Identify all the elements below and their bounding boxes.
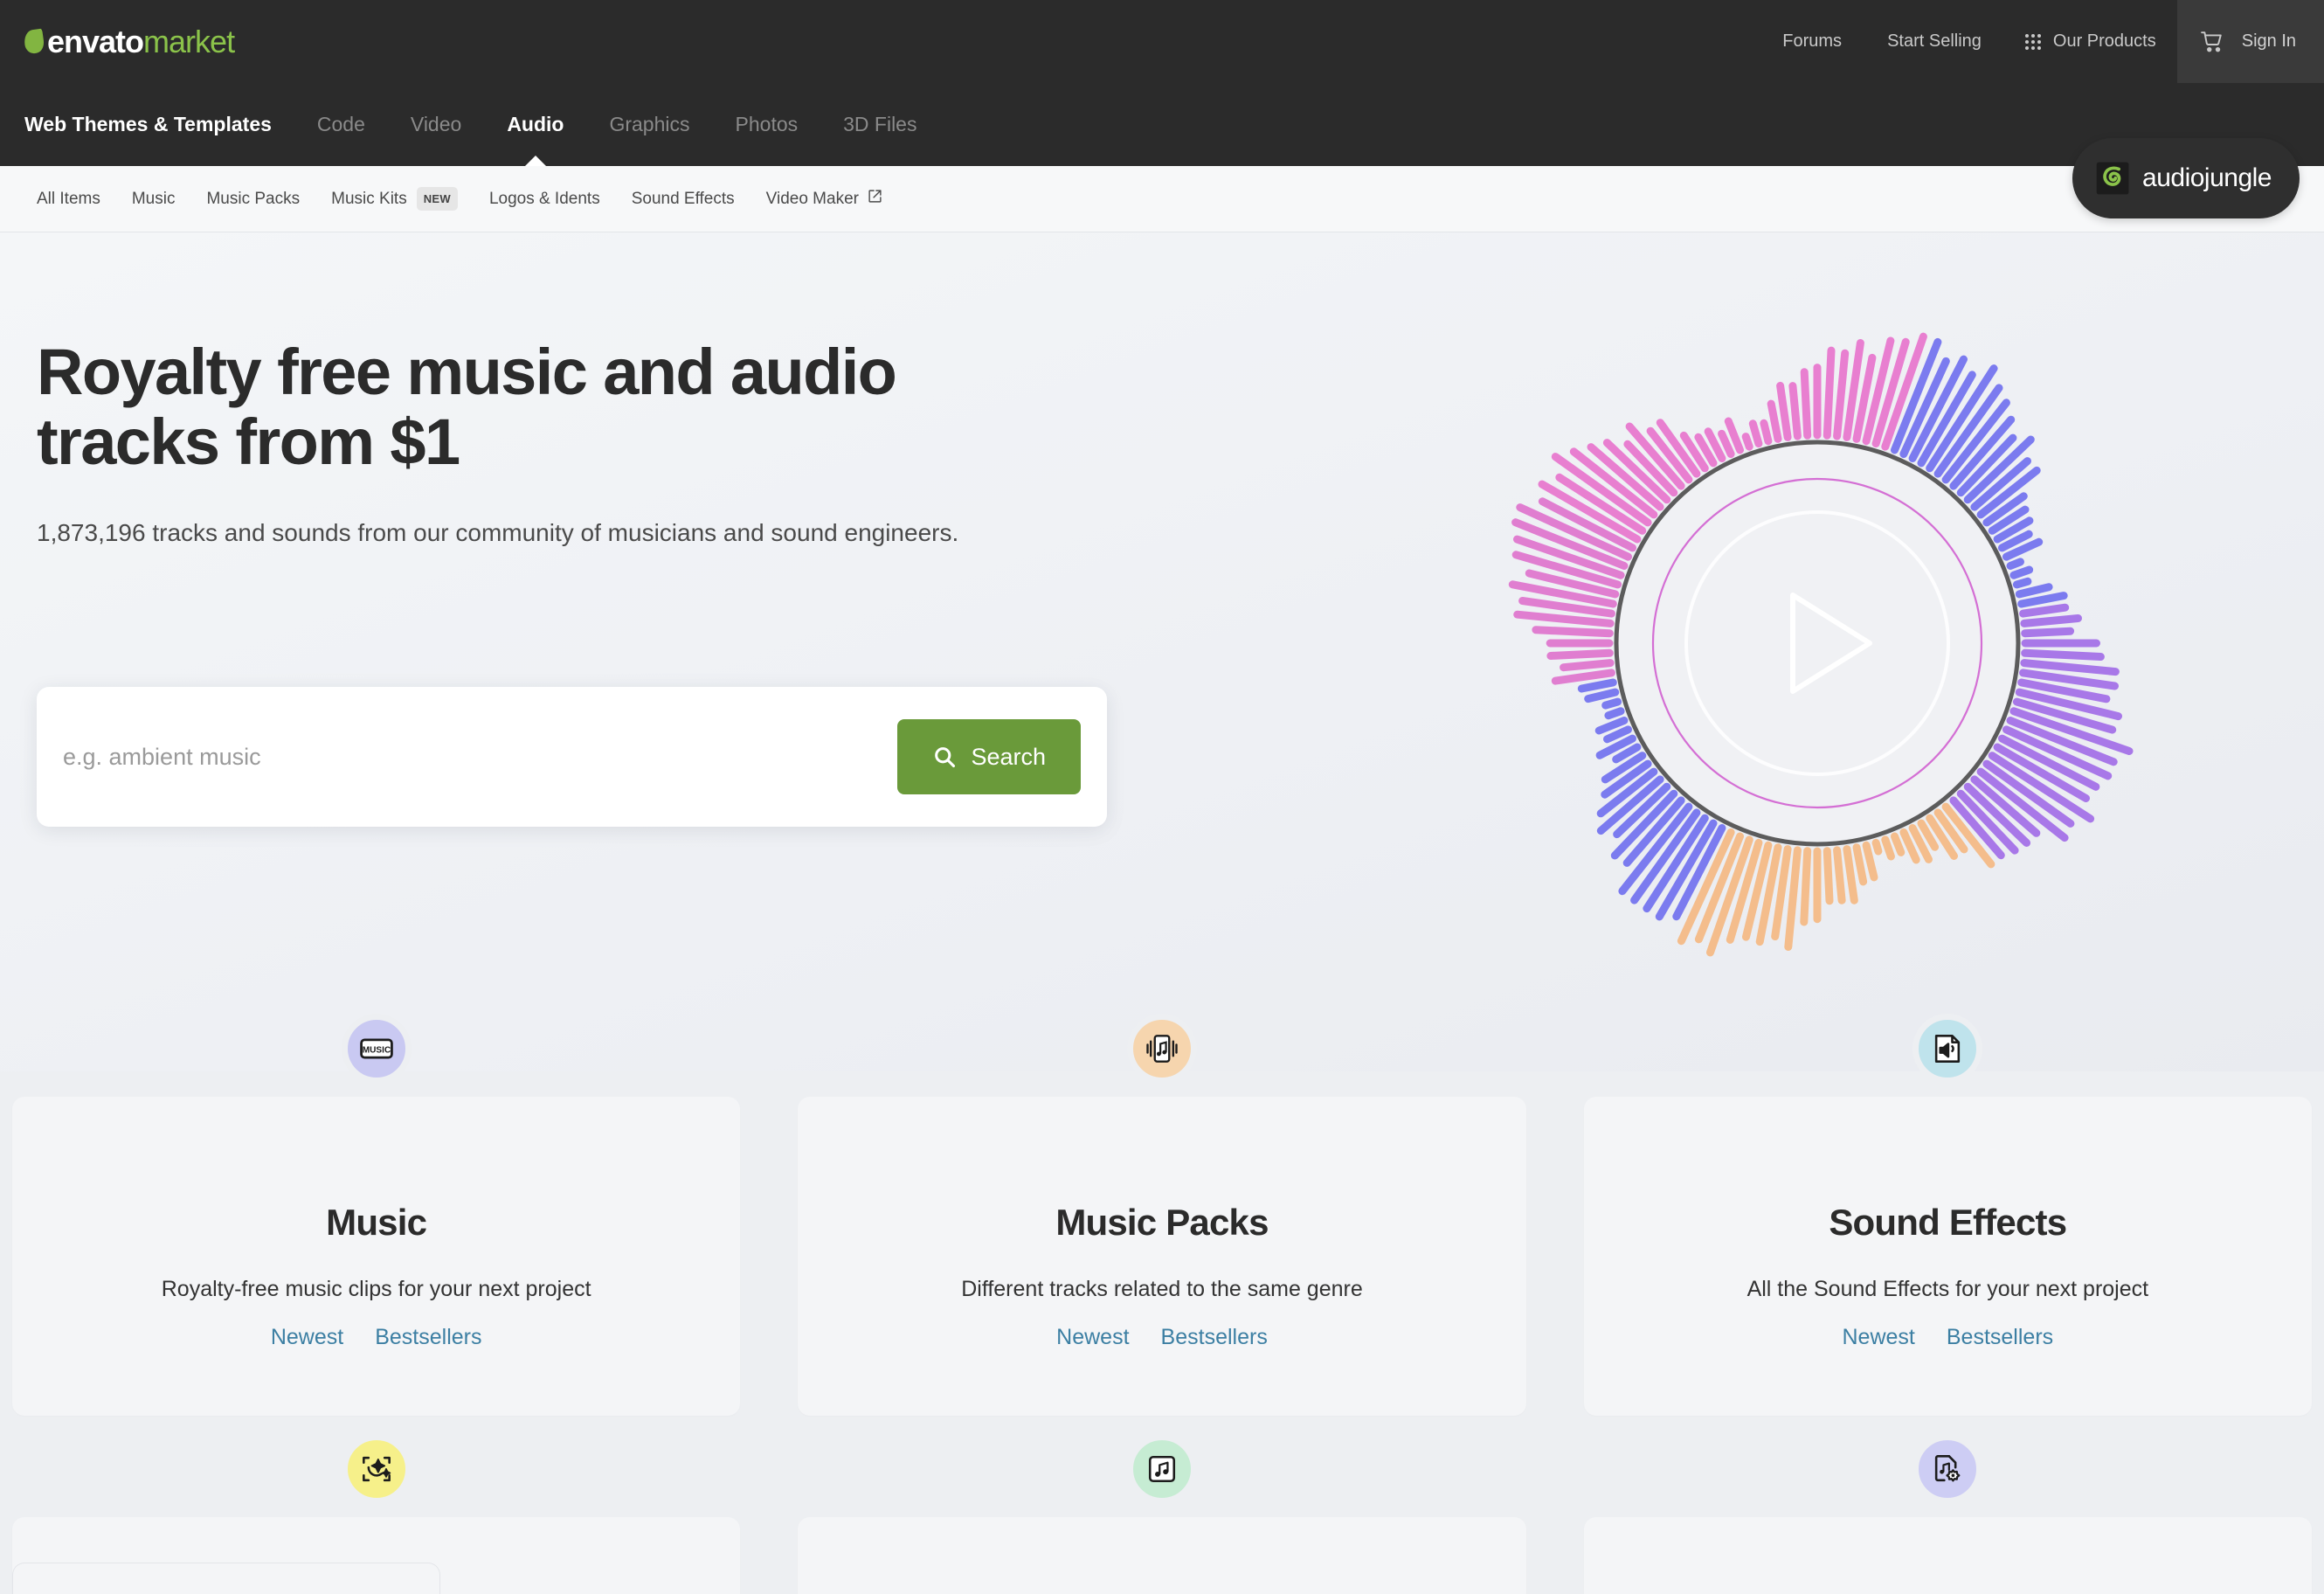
category-cards-row-1: MUSIC Music Royalty-free music clips for… xyxy=(0,1097,2324,1416)
nav-item-code[interactable]: Code xyxy=(317,83,365,166)
audio-visualizer-graphic xyxy=(1415,241,2219,1045)
music-label-icon: MUSIC xyxy=(342,1014,412,1084)
card-title: Sound Effects xyxy=(1829,1202,2066,1244)
nav-item-graphics[interactable]: Graphics xyxy=(609,83,689,166)
our-products-label: Our Products xyxy=(2053,31,2156,52)
audiojungle-label: audiojungle xyxy=(2142,163,2272,193)
cart-icon xyxy=(2200,31,2224,53)
card-links: Newest Bestsellers xyxy=(271,1325,482,1350)
card-music[interactable]: MUSIC Music Royalty-free music clips for… xyxy=(12,1097,740,1416)
sign-in-button[interactable]: Sign In xyxy=(2177,0,2324,83)
subnav-all-items[interactable]: All Items xyxy=(21,190,116,209)
hero-subtitle: 1,873,196 tracks and sounds from our com… xyxy=(37,516,1098,551)
card-description: Royalty-free music clips for your next p… xyxy=(162,1277,591,1302)
card-row2-2[interactable] xyxy=(798,1517,1525,1594)
sign-in-label: Sign In xyxy=(2242,31,2296,52)
subnav-music-packs[interactable]: Music Packs xyxy=(190,190,315,209)
waveform-circle-svg xyxy=(1415,241,2219,1045)
card-links: Newest Bestsellers xyxy=(1843,1325,2054,1350)
top-bar-right: Forums Start Selling Our Products Sign I… xyxy=(1760,0,2324,83)
bestsellers-link[interactable]: Bestsellers xyxy=(1947,1325,2053,1350)
subnav-music-kits[interactable]: Music Kits NEW xyxy=(315,187,474,211)
card-description: All the Sound Effects for your next proj… xyxy=(1747,1277,2149,1302)
hero-copy: Royalty free music and audio tracks from… xyxy=(37,337,1129,551)
subnav-logos-idents[interactable]: Logos & Idents xyxy=(474,190,616,209)
new-badge: NEW xyxy=(417,187,458,211)
music-note-square-icon xyxy=(1127,1434,1197,1504)
newest-link[interactable]: Newest xyxy=(1843,1325,1915,1350)
audiojungle-badge[interactable]: audiojungle xyxy=(2072,138,2300,218)
card-row2-3[interactable] xyxy=(1584,1517,2312,1594)
envato-market-logo[interactable]: envatomarket xyxy=(24,0,234,83)
search-button[interactable]: Search xyxy=(897,719,1081,794)
forums-link[interactable]: Forums xyxy=(1760,0,1864,83)
nav-item-video[interactable]: Video xyxy=(411,83,461,166)
envato-leaf-icon xyxy=(23,29,45,55)
search-button-label: Search xyxy=(971,744,1046,771)
hero-section: Royalty free music and audio tracks from… xyxy=(0,232,2324,1071)
card-links: Newest Bestsellers xyxy=(1056,1325,1268,1350)
nav-item-3d-files[interactable]: 3D Files xyxy=(843,83,916,166)
music-pack-icon xyxy=(1127,1014,1197,1084)
main-navigation: Web Themes & Templates Code Video Audio … xyxy=(0,83,2324,166)
nav-item-web-themes[interactable]: Web Themes & Templates xyxy=(24,83,272,166)
nav-item-audio[interactable]: Audio xyxy=(507,83,564,166)
subnav-sound-effects[interactable]: Sound Effects xyxy=(616,190,750,209)
sound-file-icon xyxy=(1912,1014,1982,1084)
search-icon xyxy=(932,745,957,769)
bestsellers-link[interactable]: Bestsellers xyxy=(1161,1325,1268,1350)
our-products-menu[interactable]: Our Products xyxy=(2004,31,2177,52)
grid-icon xyxy=(2025,34,2041,50)
bestsellers-link[interactable]: Bestsellers xyxy=(375,1325,481,1350)
card-title: Music Packs xyxy=(1055,1202,1268,1244)
card-music-packs[interactable]: Music Packs Different tracks related to … xyxy=(798,1097,1525,1416)
subnav-music[interactable]: Music xyxy=(116,190,191,209)
sub-navigation: All Items Music Music Packs Music Kits N… xyxy=(0,166,2324,232)
bottom-partial-panel xyxy=(12,1563,440,1594)
search-input[interactable] xyxy=(63,744,897,771)
start-selling-link[interactable]: Start Selling xyxy=(1864,0,2004,83)
svg-text:MUSIC: MUSIC xyxy=(362,1046,390,1056)
subnav-video-maker[interactable]: Video Maker xyxy=(750,189,898,209)
ai-sparkle-icon xyxy=(342,1434,412,1504)
category-cards-zone: MUSIC Music Royalty-free music clips for… xyxy=(0,1097,2324,1594)
brand-name-market: market xyxy=(143,24,234,59)
newest-link[interactable]: Newest xyxy=(1056,1325,1129,1350)
card-title: Music xyxy=(326,1202,426,1244)
page-title: Royalty free music and audio tracks from… xyxy=(37,337,1015,477)
audiojungle-logo-icon xyxy=(2095,160,2132,197)
card-description: Different tracks related to the same gen… xyxy=(961,1277,1363,1302)
top-bar: envatomarket Forums Start Selling Our Pr… xyxy=(0,0,2324,83)
subnav-music-kits-label: Music Kits xyxy=(331,190,407,209)
newest-link[interactable]: Newest xyxy=(271,1325,343,1350)
subnav-video-maker-label: Video Maker xyxy=(766,190,859,209)
card-sound-effects[interactable]: Sound Effects All the Sound Effects for … xyxy=(1584,1097,2312,1416)
external-link-icon xyxy=(868,189,882,209)
search-bar: Search xyxy=(37,687,1107,827)
music-settings-icon xyxy=(1912,1434,1982,1504)
nav-item-photos[interactable]: Photos xyxy=(736,83,799,166)
brand-name-envato: envato xyxy=(47,24,143,59)
